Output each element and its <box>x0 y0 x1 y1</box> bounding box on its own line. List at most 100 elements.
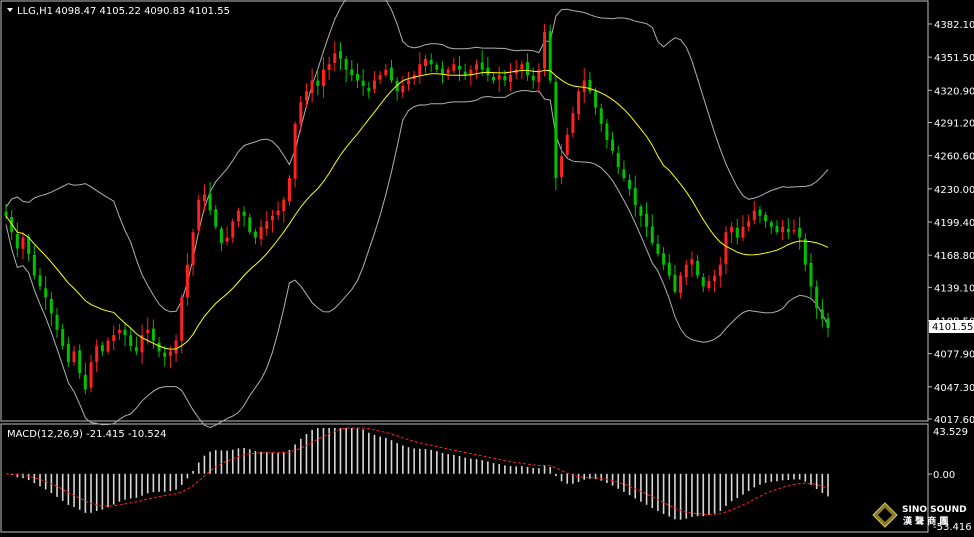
candle-body <box>701 277 705 287</box>
price-tick-label: 4139.10 <box>934 283 974 294</box>
candle-body <box>520 64 524 70</box>
candle-body <box>157 342 161 352</box>
macd-label: MACD(12,26,9) -21.415 -10.524 <box>7 429 167 440</box>
candle-body <box>475 64 479 70</box>
macd-tick-top: 43.529 <box>933 427 968 438</box>
candle-body <box>446 69 450 74</box>
candle-body <box>424 58 428 67</box>
candle-body <box>798 227 802 238</box>
candle-body <box>321 69 325 87</box>
candle-body <box>684 264 688 278</box>
logo-text-en: SINO SOUND <box>902 505 967 515</box>
candle-body <box>21 237 25 249</box>
candle-body <box>163 352 167 357</box>
candle-body <box>117 329 121 334</box>
ohlc-readout: 4098.47 4105.22 4090.83 4101.55 <box>55 6 230 17</box>
candle-body <box>350 69 354 76</box>
candle-body <box>707 280 711 289</box>
candle-body <box>480 62 484 70</box>
current-price-marker: 4101.55 <box>929 320 974 333</box>
candle-body <box>429 59 433 65</box>
candle-body <box>633 188 637 206</box>
candle-body <box>645 213 649 227</box>
candle-body <box>202 194 206 202</box>
candle-body <box>531 75 535 81</box>
candle-body <box>803 238 807 265</box>
candle-body <box>384 69 388 75</box>
candle-body <box>616 153 620 168</box>
candle-body <box>253 231 257 238</box>
candle-body <box>327 64 331 70</box>
candle-body <box>503 76 507 81</box>
candle-body <box>180 297 184 341</box>
candle-body <box>208 193 212 211</box>
chart-background <box>0 0 974 537</box>
candle-body <box>764 214 768 222</box>
candle-body <box>299 102 303 125</box>
price-tick-label: 4260.60 <box>934 152 974 163</box>
candle-body <box>554 82 558 178</box>
candle-body <box>44 288 48 298</box>
candle-body <box>458 65 462 70</box>
candle-body <box>236 210 240 222</box>
candle-body <box>106 340 110 352</box>
candle-body <box>548 31 552 81</box>
candle-body <box>265 221 269 229</box>
price-tick-label: 4351.50 <box>934 53 974 64</box>
macd-tick-zero: 0.00 <box>933 470 955 481</box>
candle-body <box>248 217 252 233</box>
candle-body <box>656 243 660 254</box>
candle-body <box>781 226 785 233</box>
candle-body <box>151 328 155 341</box>
candle-body <box>72 351 76 363</box>
candle-body <box>406 80 410 85</box>
candle-body <box>497 75 501 80</box>
candle-body <box>372 80 376 90</box>
candle-body <box>174 340 178 354</box>
candle-body <box>270 215 274 221</box>
chart-canvas[interactable]: 4382.10 4351.50 4320.90 4291.20 4260.60 4230.… <box>0 0 974 537</box>
candle-body <box>815 286 819 309</box>
candle-body <box>361 80 365 86</box>
candle-body <box>61 328 65 346</box>
candle-body <box>752 210 756 221</box>
price-tick-label: 4168.80 <box>934 251 974 262</box>
candle-body <box>820 309 824 319</box>
candle-body <box>83 374 87 390</box>
candle-body <box>304 91 308 101</box>
candle-body <box>134 347 138 352</box>
candle-body <box>639 206 643 216</box>
candle-body <box>696 261 700 276</box>
candle-body <box>276 210 280 215</box>
candle-body <box>650 226 654 244</box>
candle-body <box>310 80 314 93</box>
candle-body <box>259 226 263 240</box>
candle-body <box>123 329 127 336</box>
candle-body <box>809 262 813 287</box>
candle-body <box>662 253 666 265</box>
candle-body <box>197 199 201 231</box>
candle-body <box>338 51 342 59</box>
candle-body <box>49 298 53 314</box>
candle-body <box>492 76 496 81</box>
candle-body <box>599 108 603 124</box>
price-tick-label: 4047.30 <box>934 383 974 394</box>
candle-body <box>344 59 348 70</box>
price-tick-label: 4199.40 <box>934 218 974 229</box>
candle-body <box>55 314 59 330</box>
candle-body <box>826 318 830 329</box>
candle-body <box>565 134 569 155</box>
candle-body <box>690 259 694 265</box>
candle-body <box>577 91 581 115</box>
candle-body <box>32 254 36 276</box>
candle-body <box>509 75 513 82</box>
candle-body <box>15 234 19 249</box>
candle-body <box>4 211 8 216</box>
candle-body <box>282 199 286 212</box>
candle-body <box>66 343 70 363</box>
symbol-timeframe: LLG,H1 <box>17 6 53 17</box>
candle-body <box>452 64 456 71</box>
candle-body <box>673 274 677 292</box>
price-tick-label: 4320.90 <box>934 86 974 97</box>
candle-body <box>112 335 116 341</box>
